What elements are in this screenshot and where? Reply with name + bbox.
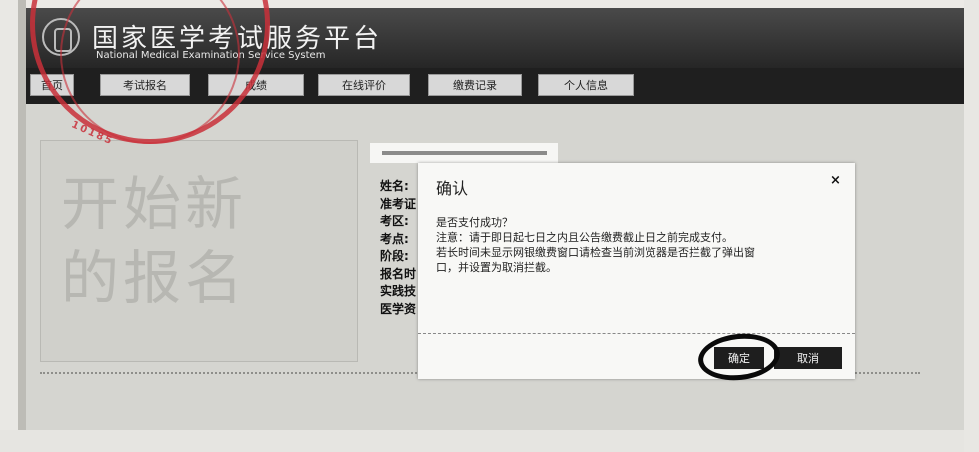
applicant-info-labels: 姓名: 准考证 考区: 考点: 阶段: 报名时 实践技 医学资 [380,178,416,318]
dialog-title: 确认 [436,179,469,198]
info-label-medical-qualification: 医学资 [380,301,417,316]
nav-personal-info[interactable]: 个人信息 [538,74,634,96]
banner-text: 开始新 的报名 [61,170,248,312]
dialog-note-2: 若长时间未显示网银缴费窗口请检查当前浏览器是否拦截了弹出窗 [436,246,755,259]
info-label-exam-site: 考点: [380,231,409,246]
photo-frame-bottom [0,430,979,452]
dialog-question: 是否支付成功？ [436,216,513,229]
dialog-separator [418,333,855,334]
cancel-button[interactable]: 取消 [774,347,842,369]
payment-confirm-dialog: 确认 × 是否支付成功？ 注意：请于即日起七日之内且公告缴费截止日之前完成支付。… [418,163,855,379]
close-icon[interactable]: × [830,173,841,188]
info-label-stage: 阶段: [380,249,409,263]
new-registration-banner[interactable]: 开始新 的报名 [40,140,358,362]
info-label-name: 姓名: [380,179,409,193]
info-label-practical: 实践技 [380,284,417,298]
dialog-note-1: 注意：请于即日起七日之内且公告缴费截止日之前完成支付。 [436,231,733,244]
dialog-note-3: 口，并设置为取消拦截。 [436,261,557,274]
photo-frame-right [964,0,979,452]
nav-payment-records[interactable]: 缴费记录 [428,74,522,96]
redacted-name-bar [370,143,558,163]
nav-online-evaluation[interactable]: 在线评价 [318,74,410,96]
info-label-exam-area: 考区: [380,214,409,228]
dialog-message: 是否支付成功？ 注意：请于即日起七日之内且公告缴费截止日之前完成支付。 若长时间… [436,215,836,275]
info-label-admission: 准考证 [380,196,417,211]
info-label-registration-time: 报名时 [380,266,417,281]
